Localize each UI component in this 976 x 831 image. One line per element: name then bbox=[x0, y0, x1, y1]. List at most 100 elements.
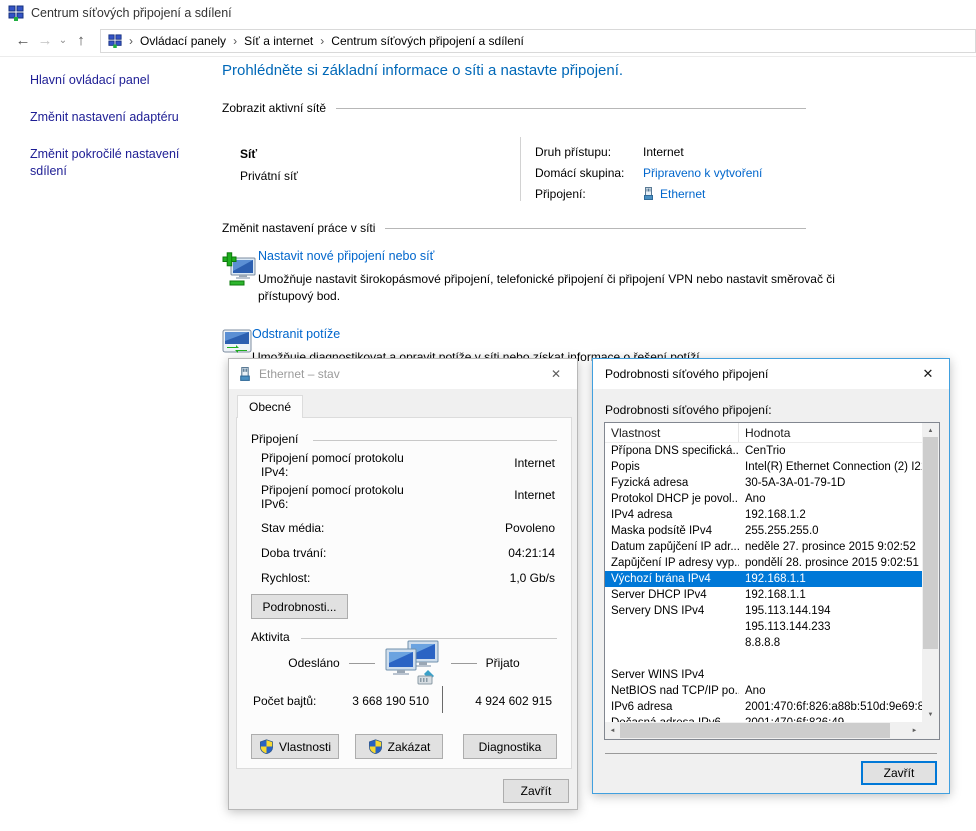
table-row[interactable]: Dočasná adresa IPv62001:470:6f:826:49 bbox=[605, 715, 922, 722]
close-icon[interactable]: ✕ bbox=[907, 359, 949, 389]
table-row[interactable]: 195.113.144.233 bbox=[605, 619, 922, 635]
breadcrumb[interactable]: › Ovládací panely › Síť a internet › Cen… bbox=[100, 28, 976, 53]
table-row[interactable]: IPv4 adresa 192.168.1.2 bbox=[605, 507, 922, 523]
section-network-settings-label: Změnit nastavení práce v síti bbox=[222, 221, 376, 235]
up-icon[interactable]: ↑ bbox=[70, 32, 92, 49]
activity-dash bbox=[450, 662, 477, 664]
table-row[interactable]: Server DHCP IPv4 192.168.1.1 bbox=[605, 587, 922, 603]
details-close-button[interactable]: Zavřít bbox=[861, 761, 937, 785]
breadcrumb-item-network-internet[interactable]: Síť a internet bbox=[244, 34, 313, 48]
row-value: Intel(R) Ethernet Connection (2) I219-V bbox=[745, 461, 922, 473]
ethernet-general-page: Připojení Připojení pomocí protokolu IPv… bbox=[236, 417, 572, 769]
horizontal-scrollbar[interactable]: ◄ ► bbox=[605, 722, 922, 739]
scrollbar-corner bbox=[922, 722, 939, 739]
activity-row: Odesláno Přijato bbox=[237, 640, 571, 686]
duration-label: Doba trvání: bbox=[261, 546, 327, 560]
scroll-down-icon[interactable]: ▼ bbox=[922, 707, 939, 722]
sidebar-item-change-adapter-settings[interactable]: Změnit nastavení adaptéru bbox=[30, 109, 200, 126]
homegroup-link[interactable]: Připraveno k vytvoření bbox=[643, 166, 762, 180]
back-icon[interactable]: ← bbox=[12, 32, 34, 49]
details-dialog-title: Podrobnosti síťového připojení bbox=[605, 367, 769, 381]
window-title: Centrum síťových připojení a sdílení bbox=[31, 5, 232, 20]
table-row[interactable]: Datum zapůjčení IP adr... neděle 27. pros… bbox=[605, 539, 922, 555]
uac-shield-icon bbox=[368, 739, 383, 754]
table-row[interactable]: Zapůjčení IP adresy vyp... pondělí 28. pr… bbox=[605, 555, 922, 571]
connection-group-label: Připojení bbox=[251, 432, 299, 446]
task-new-connection-link[interactable]: Nastavit nové připojení nebo síť bbox=[258, 249, 870, 263]
column-property[interactable]: Vlastnost bbox=[605, 423, 739, 442]
row-value: Ano bbox=[745, 685, 766, 697]
row-value: 2001:470:6f:826:a88b:510d:9e69:863 bbox=[745, 701, 922, 713]
breadcrumb-separator-icon: › bbox=[320, 33, 325, 48]
section-divider bbox=[385, 227, 806, 229]
row-property: Přípona DNS specifická... bbox=[611, 445, 739, 457]
window-titlebar: Centrum síťových připojení a sdílení bbox=[0, 0, 976, 25]
row-property: Datum zapůjčení IP adr... bbox=[611, 541, 739, 553]
details-button[interactable]: Podrobnosti... bbox=[251, 594, 348, 619]
sidebar-item-control-panel-home[interactable]: Hlavní ovládací panel bbox=[30, 72, 200, 89]
row-value: 195.113.144.194 bbox=[745, 605, 831, 617]
table-row[interactable] bbox=[605, 651, 922, 667]
table-row[interactable]: IPv6 adresa 2001:470:6f:826:a88b:510d:9e6… bbox=[605, 699, 922, 715]
uac-shield-icon bbox=[259, 739, 274, 754]
table-row[interactable]: Protokol DHCP je povol... Ano bbox=[605, 491, 922, 507]
sent-label: Odesláno bbox=[288, 656, 340, 670]
section-active-networks-label: Zobrazit aktivní sítě bbox=[222, 101, 327, 115]
listview-rows: Přípona DNS specifická... CenTrio Popis In… bbox=[605, 443, 922, 722]
table-row[interactable]: Servery DNS IPv4 195.113.144.194 bbox=[605, 603, 922, 619]
connection-details-dialog: Podrobnosti síťového připojení ✕ Podrobn… bbox=[592, 358, 950, 794]
sidebar-item-change-sharing-settings[interactable]: Změnit pokročilé nastavení sdílení bbox=[30, 146, 200, 180]
network-type: Privátní síť bbox=[240, 169, 298, 183]
details-dialog-titlebar[interactable]: Podrobnosti síťového připojení ✕ bbox=[593, 359, 949, 389]
homegroup-row: Domácí skupina: Připraveno k vytvoření bbox=[535, 162, 762, 183]
row-value: Ano bbox=[745, 493, 766, 505]
scroll-left-icon[interactable]: ◄ bbox=[605, 722, 620, 739]
row-property: NetBIOS nad TCP/IP po... bbox=[611, 685, 739, 697]
ethernet-plug-icon bbox=[239, 366, 251, 382]
scroll-up-icon[interactable]: ▲ bbox=[922, 423, 939, 438]
vertical-scroll-thumb[interactable] bbox=[923, 437, 938, 649]
ethernet-close-button[interactable]: Zavřít bbox=[503, 779, 569, 803]
table-row[interactable]: 8.8.8.8 bbox=[605, 635, 922, 651]
table-row[interactable]: Fyzická adresa 30-5A-3A-01-79-1D bbox=[605, 475, 922, 491]
details-listview[interactable]: Vlastnost Hodnota Přípona DNS specifická… bbox=[604, 422, 940, 740]
vertical-scrollbar[interactable]: ▲ ▼ bbox=[922, 423, 939, 722]
close-icon[interactable]: ✕ bbox=[535, 359, 577, 389]
ethernet-link[interactable]: Ethernet bbox=[660, 187, 705, 201]
bytes-sent-value: 3 668 190 510 bbox=[352, 694, 429, 708]
row-value: 255.255.255.0 bbox=[745, 525, 819, 537]
row-value: 8.8.8.8 bbox=[745, 637, 781, 649]
column-value[interactable]: Hodnota bbox=[739, 426, 939, 440]
table-row[interactable]: Server WINS IPv4 bbox=[605, 667, 922, 683]
homegroup-label: Domácí skupina: bbox=[535, 165, 625, 180]
horizontal-scroll-thumb[interactable] bbox=[620, 723, 890, 738]
tab-general[interactable]: Obecné bbox=[237, 395, 304, 418]
recent-pages-chevron-icon[interactable]: ⌄ bbox=[56, 35, 70, 46]
breadcrumb-item-network-sharing-center[interactable]: Centrum síťových připojení a sdílení bbox=[331, 34, 524, 48]
properties-button[interactable]: Vlastnosti bbox=[251, 734, 339, 759]
table-row[interactable]: Přípona DNS specifická... CenTrio bbox=[605, 443, 922, 459]
breadcrumb-item-control-panel[interactable]: Ovládací panely bbox=[140, 34, 226, 48]
row-value: neděle 27. prosince 2015 9:02:52 bbox=[745, 541, 916, 553]
diagnose-button[interactable]: Diagnostika bbox=[463, 734, 557, 759]
section-active-networks: Zobrazit aktivní sítě bbox=[222, 101, 806, 115]
row-property: Servery DNS IPv4 bbox=[611, 605, 705, 617]
table-row[interactable]: Maska podsítě IPv4 255.255.255.0 bbox=[605, 523, 922, 539]
media-state-label: Stav média: bbox=[261, 521, 325, 535]
ipv6-connectivity-value: Internet bbox=[514, 488, 555, 502]
ethernet-dialog-titlebar[interactable]: Ethernet – stav ✕ bbox=[229, 359, 577, 389]
group-divider bbox=[313, 440, 557, 441]
scroll-right-icon[interactable]: ► bbox=[907, 722, 922, 739]
speed-label: Rychlost: bbox=[261, 571, 311, 585]
forward-icon[interactable]: → bbox=[34, 32, 56, 49]
row-property: Výchozí brána IPv4 bbox=[611, 573, 711, 585]
breadcrumb-separator-icon: › bbox=[233, 33, 238, 48]
row-value: 30-5A-3A-01-79-1D bbox=[745, 477, 846, 489]
table-row-selected[interactable]: Výchozí brána IPv4 192.168.1.1 bbox=[605, 571, 922, 587]
disable-button[interactable]: Zakázat bbox=[355, 734, 443, 759]
task-troubleshoot-link[interactable]: Odstranit potíže bbox=[252, 327, 864, 341]
row-value: 192.168.1.1 bbox=[745, 589, 806, 601]
table-row[interactable]: Popis Intel(R) Ethernet Connection (2) I2… bbox=[605, 459, 922, 475]
table-row[interactable]: NetBIOS nad TCP/IP po... Ano bbox=[605, 683, 922, 699]
activity-computers-icon bbox=[384, 640, 442, 686]
